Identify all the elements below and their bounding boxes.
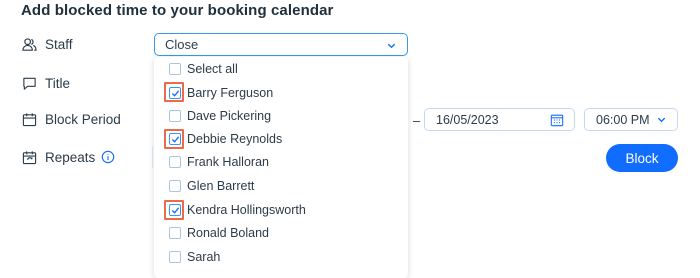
chevron-down-icon [656,114,667,128]
option-label: Barry Ferguson [187,85,274,100]
page-heading: Add blocked time to your booking calenda… [21,2,334,19]
repeats-divider [152,146,153,168]
checkbox[interactable] [169,250,181,263]
staff-select[interactable]: Close [154,33,408,56]
option-label: Sarah [187,249,221,264]
title-label: Title [45,75,71,91]
option-glen-barrett[interactable]: Glen Barrett [154,174,408,197]
highlight-box [164,200,184,220]
option-select-all[interactable]: Select all [154,57,408,80]
option-label: Select all [187,61,238,76]
repeat-icon [21,149,37,165]
option-barry-ferguson[interactable]: Barry Ferguson [154,81,408,104]
repeats-row: Repeats [21,146,115,168]
end-time-value: 06:00 PM [596,112,650,127]
option-kendra-hollingsworth[interactable]: Kendra Hollingsworth [154,198,408,221]
block-period-row: Block Period [21,108,121,130]
checkbox[interactable] [169,226,181,239]
option-label: Glen Barrett [187,178,255,193]
option-debbie-reynolds[interactable]: Debbie Reynolds [154,127,408,150]
block-button[interactable]: Block [606,144,678,172]
end-time-select[interactable]: 06:00 PM [584,108,678,131]
calendar-icon [21,111,37,127]
checkbox[interactable] [169,109,181,122]
end-date-input[interactable]: 16/05/2023 [424,108,575,131]
option-dave-pickering[interactable]: Dave Pickering [154,104,408,127]
option-label: Frank Halloran [187,154,269,169]
option-frank-halloran[interactable]: Frank Halloran [154,150,408,173]
block-period-label: Block Period [45,111,121,127]
chevron-down-icon [386,39,397,54]
calendar-picker-icon[interactable] [550,113,564,130]
title-icon [21,75,37,91]
highlight-box [164,82,184,102]
option-label: Kendra Hollingsworth [187,202,306,217]
staff-label: Staff [45,36,73,52]
date-range-separator: – [413,113,421,128]
option-ronald-boland[interactable]: Ronald Boland [154,221,408,244]
option-label: Ronald Boland [187,225,270,240]
option-sarah[interactable]: Sarah [154,245,408,268]
checkbox[interactable] [169,62,181,75]
option-label: Dave Pickering [187,108,272,123]
highlight-box [164,129,184,149]
staff-select-value: Close [165,37,199,52]
repeats-label: Repeats [45,149,96,165]
info-icon[interactable] [101,150,115,164]
checkbox[interactable] [169,155,181,168]
end-date-value: 16/05/2023 [436,112,499,127]
staff-dropdown-list: Select all Barry Ferguson Dave Pickering… [154,57,408,278]
title-row: Title [21,72,70,94]
option-label: Debbie Reynolds [187,131,283,146]
staff-row: Staff [21,33,73,55]
staff-icon [21,36,37,52]
checkbox[interactable] [169,179,181,192]
